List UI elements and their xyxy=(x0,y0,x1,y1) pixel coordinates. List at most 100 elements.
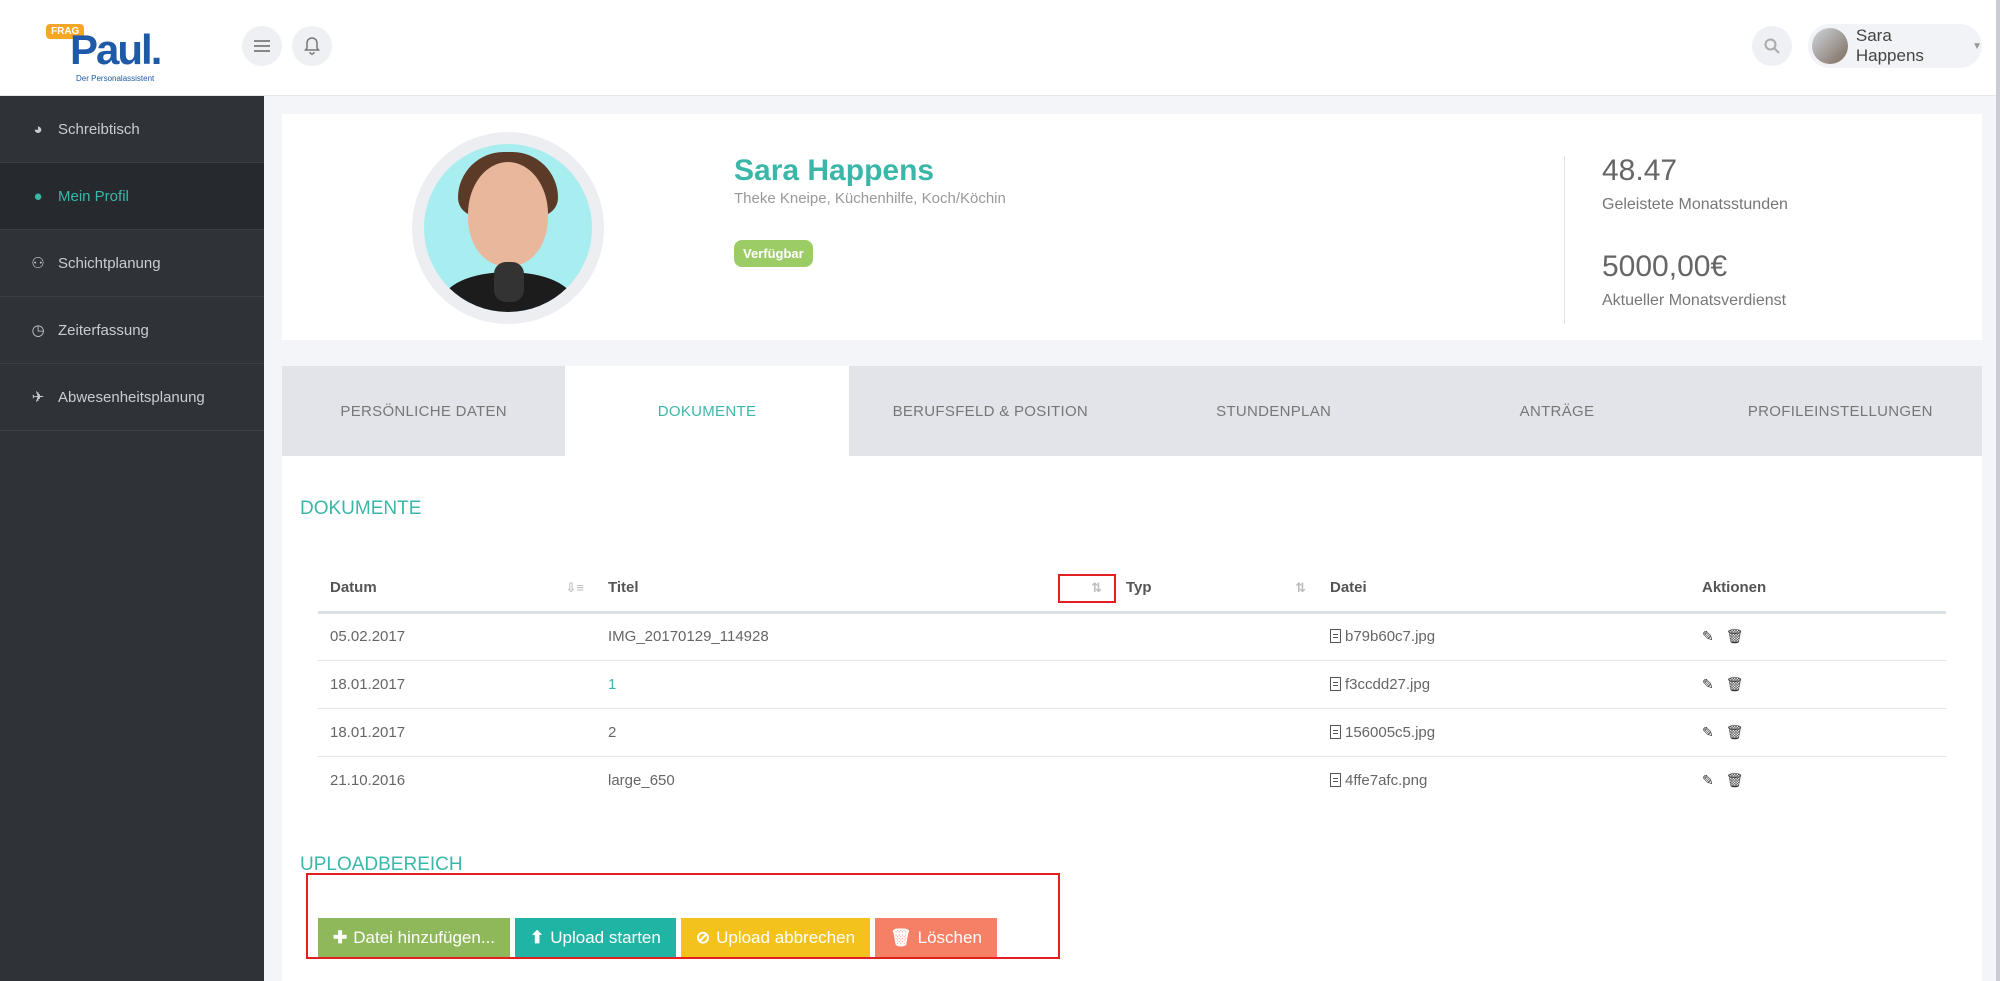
upload-button-row: ✚ Datei hinzufügen... ⬆ Upload starten ⊘ Up… xyxy=(318,918,997,958)
chevron-down-icon: ▼ xyxy=(1972,40,1982,52)
cell-typ xyxy=(1114,660,1318,709)
earnings-label: Aktueller Monatsverdienst xyxy=(1602,292,1787,309)
profile-name: Sara Happens xyxy=(734,154,935,187)
profile-avatar xyxy=(412,132,604,324)
sidebar: ◕ Schreibtisch ● Mein Profil ⚇ Schichtpl… xyxy=(0,96,264,981)
edit-icon[interactable]: ✎ xyxy=(1702,628,1714,645)
file-icon xyxy=(1330,676,1341,691)
sidebar-item-label: Schreibtisch xyxy=(58,120,140,138)
plus-icon: ✚ xyxy=(333,928,348,947)
column-header-datum[interactable]: Datum ⇩≡ xyxy=(318,564,596,614)
cell-aktionen: ✎ 🗑 xyxy=(1690,612,1946,661)
column-header-typ[interactable]: Typ ⇅ xyxy=(1114,564,1318,614)
file-icon xyxy=(1330,629,1341,643)
profile-tabs: PERSÖNLICHE DATEN DOKUMENTE BERUFSFELD &… xyxy=(282,366,1982,456)
cell-datei[interactable]: b79b60c7.jpg xyxy=(1318,612,1690,661)
file-icon xyxy=(1330,772,1341,787)
cell-datum: 21.10.2016 xyxy=(330,771,406,789)
status-badge: Verfügbar xyxy=(734,240,813,267)
trash-icon: 🗑 xyxy=(890,928,912,947)
add-file-button[interactable]: ✚ Datei hinzufügen... xyxy=(318,918,511,958)
user-menu[interactable]: Sara Happens ▼ xyxy=(1808,24,1982,68)
trash-icon[interactable]: 🗑 xyxy=(1726,724,1744,741)
search-button[interactable] xyxy=(1752,26,1792,66)
table-row: 18.01.2017 2 156005c5.jpg ✎ 🗑 xyxy=(318,708,1946,757)
tab-antraege[interactable]: ANTRÄGE xyxy=(1415,366,1698,456)
hours-value: 48.47 xyxy=(1602,154,1678,187)
user-avatar xyxy=(1812,28,1848,64)
tab-profileinstellungen[interactable]: PROFILEINSTELLUNGEN xyxy=(1699,366,1982,456)
search-icon xyxy=(1764,38,1780,54)
start-upload-button[interactable]: ⬆ Upload starten xyxy=(515,918,676,958)
logo[interactable]: FRAG Paul. Der Personalassistent xyxy=(46,22,166,83)
users-icon: ⚇ xyxy=(31,255,45,272)
file-icon xyxy=(1330,724,1341,739)
table-header-row: Datum ⇩≡ Titel ⇅ Typ ⇅ Datei Aktionen xyxy=(318,564,1946,614)
cell-datum: 18.01.2017 xyxy=(318,660,596,709)
top-bar: FRAG Paul. Der Personalassistent Sara Ha… xyxy=(0,0,2000,96)
column-header-datei[interactable]: Datei xyxy=(1318,564,1690,614)
sort-icon[interactable]: ⇅ xyxy=(1295,580,1306,596)
sidebar-item-abwesenheitsplanung[interactable]: ✈ Abwesenheitsplanung xyxy=(0,364,264,431)
tab-stundenplan[interactable]: STUNDENPLAN xyxy=(1132,366,1415,456)
trash-icon[interactable]: 🗑 xyxy=(1726,676,1744,693)
user-icon: ● xyxy=(33,187,43,205)
documents-panel: DOKUMENTE Datum ⇩≡ Titel ⇅ Typ ⇅ Datei Akti… xyxy=(282,456,1982,981)
documents-title: DOKUMENTE xyxy=(300,498,422,519)
cell-aktionen: ✎ 🗑 xyxy=(1690,660,1946,709)
logo-name: Paul. xyxy=(70,26,162,73)
cell-datei[interactable]: 156005c5.jpg xyxy=(1318,708,1690,757)
upload-circle-icon: ⬆ xyxy=(530,928,545,947)
cell-datei[interactable]: f3ccdd27.jpg xyxy=(1318,660,1690,709)
sidebar-item-mein-profil[interactable]: ● Mein Profil xyxy=(0,163,264,230)
user-name: Sara Happens xyxy=(1855,26,1924,65)
trash-icon[interactable]: 🗑 xyxy=(1726,628,1744,645)
sidebar-item-schreibtisch[interactable]: ◕ Schreibtisch xyxy=(0,96,264,163)
clock-icon: ◷ xyxy=(31,322,45,339)
profile-photo xyxy=(424,144,592,312)
cell-titel: large_650 xyxy=(608,771,675,789)
profile-roles: Theke Kneipe, Küchenhilfe, Koch/Köchin xyxy=(734,190,1006,207)
cell-aktionen: ✎ 🗑 xyxy=(1690,756,1946,804)
sidebar-item-label: Schichtplanung xyxy=(58,254,161,272)
earnings-value: 5000,00€ xyxy=(1602,250,1728,283)
tab-berufsfeld-position[interactable]: BERUFSFELD & POSITION xyxy=(849,366,1132,456)
cell-typ xyxy=(1114,756,1318,804)
plane-icon: ✈ xyxy=(31,389,45,406)
notifications-button[interactable] xyxy=(292,26,332,66)
trash-icon[interactable]: 🗑 xyxy=(1726,772,1744,789)
cell-datei[interactable]: 4ffe7afc.png xyxy=(1318,756,1690,804)
page-scrollbar[interactable] xyxy=(1996,0,2000,981)
cell-datum: 05.02.2017 xyxy=(318,612,596,661)
tab-persoenliche-daten[interactable]: PERSÖNLICHE DATEN xyxy=(282,366,565,456)
edit-icon[interactable]: ✎ xyxy=(1702,676,1714,693)
cell-titel: IMG_20170129_114928 xyxy=(596,612,1114,661)
menu-toggle-button[interactable] xyxy=(242,26,282,66)
edit-icon[interactable]: ✎ xyxy=(1702,772,1714,789)
upload-title: UPLOADBEREICH xyxy=(300,854,463,875)
table-row: 18.01.2017 1 f3ccdd27.jpg ✎ 🗑 xyxy=(318,660,1946,709)
sidebar-item-label: Abwesenheitsplanung xyxy=(58,388,205,406)
table-row: 21.10.2016 large_650 4ffe7afc.png ✎ 🗑 xyxy=(318,756,1946,804)
sidebar-item-label: Zeiterfassung xyxy=(58,321,149,339)
ban-icon: ⊘ xyxy=(695,928,711,947)
sidebar-item-label: Mein Profil xyxy=(58,187,129,205)
cell-datum: 18.01.2017 xyxy=(318,708,596,757)
column-header-aktionen: Aktionen xyxy=(1690,564,1946,614)
sort-icon[interactable]: ⇅ xyxy=(1091,580,1102,596)
column-header-titel[interactable]: Titel ⇅ xyxy=(596,564,1114,614)
sort-desc-icon[interactable]: ⇩≡ xyxy=(566,580,584,596)
edit-icon[interactable]: ✎ xyxy=(1702,724,1714,741)
sidebar-item-zeiterfassung[interactable]: ◷ Zeiterfassung xyxy=(0,297,264,364)
cell-typ xyxy=(1114,708,1318,757)
tab-dokumente[interactable]: DOKUMENTE xyxy=(565,366,849,456)
delete-button[interactable]: 🗑 Löschen xyxy=(875,918,997,958)
cell-titel: 1 xyxy=(596,660,1114,709)
cell-titel: 2 xyxy=(596,708,1114,757)
profile-card: Sara Happens Theke Kneipe, Küchenhilfe, … xyxy=(282,114,1982,340)
documents-table: Datum ⇩≡ Titel ⇅ Typ ⇅ Datei Aktionen 05.02… xyxy=(318,564,1946,804)
cancel-upload-button[interactable]: ⊘ Upload abbrechen xyxy=(680,918,871,958)
bell-icon xyxy=(304,37,320,55)
logo-subtitle: Der Personalassistent xyxy=(76,74,155,83)
sidebar-item-schichtplanung[interactable]: ⚇ Schichtplanung xyxy=(0,230,264,297)
